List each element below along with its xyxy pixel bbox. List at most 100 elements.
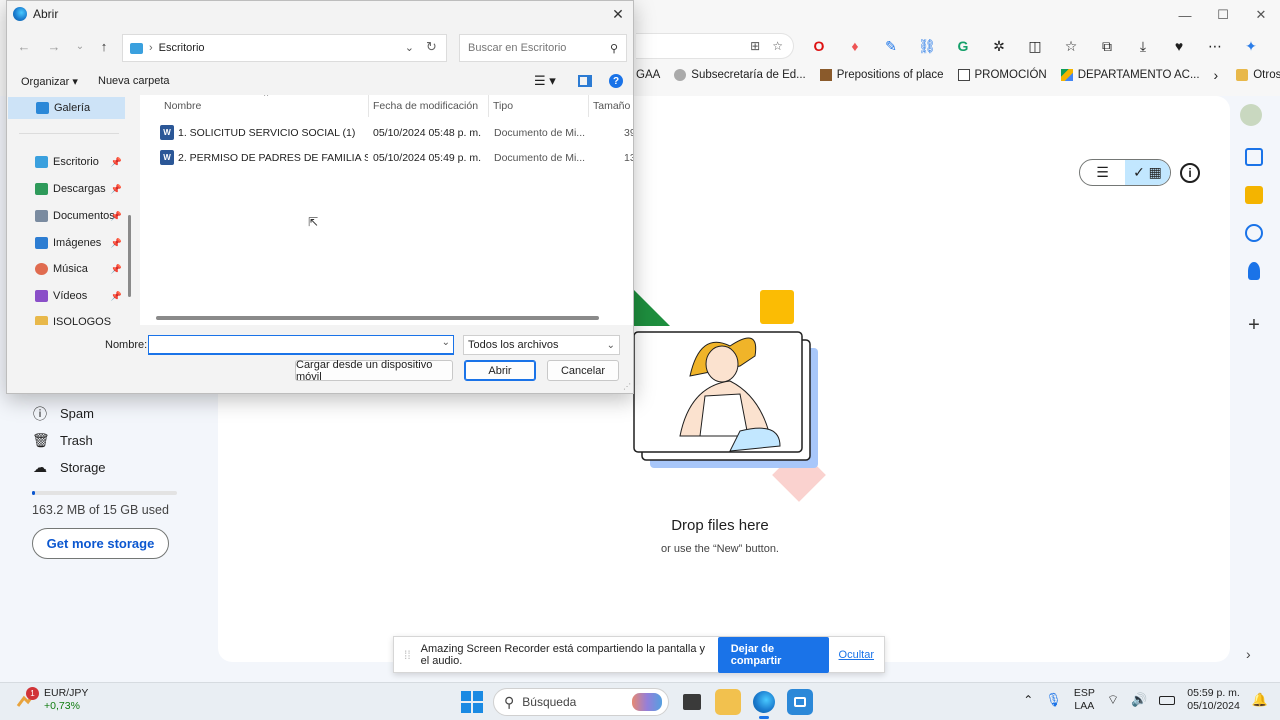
sidebar-item-storage[interactable]: ☁ Storage [32, 454, 177, 481]
bookmark-departamento[interactable]: DEPARTAMENTO AC... [1060, 69, 1200, 81]
sidebar-item-spam[interactable]: ⓘ Spam [32, 400, 177, 427]
bookmark-prepositions[interactable]: Prepositions of place [819, 69, 944, 81]
file-explorer-icon[interactable] [715, 689, 741, 715]
details-info-icon[interactable]: i [1180, 163, 1200, 183]
organize-menu[interactable]: Organizar ▾ [21, 75, 78, 88]
tasks-icon[interactable] [1245, 224, 1263, 242]
new-folder-button[interactable]: Nueva carpeta [98, 75, 170, 87]
bookmark-other-favorites[interactable]: Otros favoritos [1236, 69, 1280, 81]
taskbar-search[interactable]: ⚲ Búsqueda [493, 688, 669, 716]
volume-icon[interactable]: 🔊 [1131, 692, 1147, 708]
forward-arrow-icon[interactable]: → [45, 39, 63, 54]
breadcrumb-current[interactable]: Escritorio [159, 42, 205, 54]
up-arrow-icon[interactable]: ↑ [95, 39, 113, 54]
sidebar-item-trash[interactable]: 🗑 Trash [32, 427, 177, 454]
widgets-ticker[interactable]: 1 EUR/JPY +0,73% [16, 687, 88, 713]
contacts-icon[interactable] [1248, 262, 1260, 280]
avatar[interactable] [1240, 104, 1262, 126]
filename-label: Nombre: [105, 339, 148, 351]
column-header-date[interactable]: Fecha de modificación [373, 95, 478, 117]
preview-pane-icon[interactable] [578, 75, 592, 87]
sidebar-item-isologos[interactable]: ISOLOGOS [7, 311, 124, 325]
close-window-icon[interactable]: ✕ [1242, 0, 1280, 30]
open-button[interactable]: Abrir [464, 360, 536, 381]
table-row[interactable]: W 2. PERMISO DE PADRES DE FAMILIA SER...… [140, 146, 633, 170]
sidebar-item-descargas[interactable]: Descargas 📌 [7, 178, 124, 200]
file-type-select[interactable]: Todos los archivos ⌄ [463, 335, 620, 355]
column-divider[interactable] [588, 95, 589, 117]
list-view-button[interactable]: ☰ [1080, 160, 1125, 185]
resize-grip-icon[interactable]: ⋰ [623, 382, 631, 391]
chevron-right-icon[interactable]: › [1246, 646, 1251, 662]
extension-edit-icon[interactable]: ✎ [880, 36, 902, 56]
help-icon[interactable]: ? [609, 74, 623, 88]
nav-pane-scrollbar[interactable] [128, 215, 131, 297]
battery-icon[interactable] [1159, 695, 1176, 705]
grammarly-icon[interactable]: G [952, 36, 974, 56]
address-bar[interactable]: ⊞ ☆ [636, 33, 794, 59]
maximize-icon[interactable]: ☐ [1204, 0, 1242, 30]
sidebar-item-galeria[interactable]: Galería [8, 97, 125, 119]
cancel-button[interactable]: Cancelar [547, 360, 619, 381]
extension-flame-icon[interactable]: ♦ [844, 36, 866, 56]
edge-browser-icon[interactable] [751, 689, 777, 719]
downloads-icon[interactable]: ⤓ [1132, 36, 1154, 56]
horizontal-scrollbar[interactable] [156, 316, 599, 320]
sidebar-item-escritorio[interactable]: Escritorio 📌 [7, 151, 124, 173]
view-options-icon[interactable]: ☰ ▾ [534, 73, 556, 89]
column-header-size[interactable]: Tamaño [593, 95, 630, 117]
link-icon[interactable]: ⛓ [916, 36, 938, 56]
keep-icon[interactable] [1245, 186, 1263, 204]
browser-essentials-icon[interactable]: ♥ [1168, 36, 1190, 56]
bookmark-subsecretaria[interactable]: Subsecretaría de Ed... [674, 69, 806, 81]
bookmark-gaa[interactable]: GAA [636, 69, 660, 81]
stop-sharing-button[interactable]: Dejar de compartir [717, 636, 829, 673]
favorites-icon[interactable]: ☆ [1060, 36, 1082, 56]
column-divider[interactable] [488, 95, 489, 117]
language-indicator[interactable]: ESP LAA [1074, 687, 1095, 713]
sidebar-item-musica[interactable]: Música 📌 [7, 258, 124, 280]
upload-from-mobile-button[interactable]: Cargar desde un dispositivo móvil [295, 359, 453, 383]
bookmarks-overflow-chevron-icon[interactable]: › [1214, 67, 1219, 83]
sidebar-item-videos[interactable]: Vídeos 📌 [7, 285, 124, 307]
sidebar-item-imagenes[interactable]: Imágenes 📌 [7, 232, 124, 254]
app-available-icon[interactable]: ⊞ [750, 39, 760, 53]
collections-icon[interactable]: ⧉ [1096, 36, 1118, 56]
more-options-icon[interactable]: ⋯ [1204, 36, 1226, 56]
breadcrumb[interactable]: › Escritorio ⌄ [122, 34, 447, 62]
drag-handle-icon[interactable]: ⁞⁞ [404, 648, 411, 662]
filename-input[interactable]: ⌄ [148, 335, 454, 355]
get-more-storage-button[interactable]: Get more storage [32, 528, 169, 559]
opera-icon[interactable]: O [808, 36, 830, 56]
recent-locations-chevron-icon[interactable]: ⌄ [71, 41, 89, 52]
windows-start-icon[interactable] [461, 691, 483, 713]
add-addon-icon[interactable]: + [1248, 314, 1260, 337]
grid-view-button[interactable]: ✓ ▦ [1125, 160, 1170, 185]
search-input[interactable]: Buscar en Escritorio ⚲ [459, 34, 627, 62]
bookmark-promocion[interactable]: PROMOCIÓN [957, 69, 1047, 81]
refresh-icon[interactable]: ↻ [426, 39, 437, 55]
screen-recorder-icon[interactable] [787, 689, 813, 715]
calendar-icon[interactable] [1245, 148, 1263, 166]
path-dropdown-chevron-icon[interactable]: ⌄ [405, 41, 414, 54]
close-icon[interactable]: ✕ [609, 5, 627, 23]
notifications-bell-icon[interactable]: 🔔 [1252, 692, 1268, 708]
hide-link[interactable]: Ocultar [839, 649, 874, 661]
table-row[interactable]: W 1. SOLICITUD SERVICIO SOCIAL (1) 05/10… [140, 121, 633, 145]
column-header-type[interactable]: Tipo [493, 95, 513, 117]
sidebar-item-documentos[interactable]: Documentos 📌 [7, 205, 124, 227]
back-arrow-icon[interactable]: ← [15, 39, 33, 54]
extensions-puzzle-icon[interactable]: ✲ [988, 36, 1010, 56]
microphone-icon[interactable]: 🎙 [1045, 692, 1062, 708]
copilot-icon[interactable]: ✦ [1240, 36, 1262, 56]
minimize-icon[interactable]: — [1166, 0, 1204, 30]
favorite-star-icon[interactable]: ☆ [772, 39, 783, 53]
wifi-icon[interactable]: ⌔ [1107, 692, 1119, 708]
column-divider[interactable] [368, 95, 369, 117]
split-screen-icon[interactable]: ◫ [1024, 36, 1046, 56]
filename-history-chevron-icon[interactable]: ⌄ [442, 337, 450, 348]
clock[interactable]: 05:59 p. m. 05/10/2024 [1187, 687, 1240, 713]
task-view-icon[interactable] [683, 694, 701, 710]
column-header-name[interactable]: Nombre [164, 95, 201, 117]
chevron-up-icon[interactable]: ⌃ [1023, 693, 1033, 707]
